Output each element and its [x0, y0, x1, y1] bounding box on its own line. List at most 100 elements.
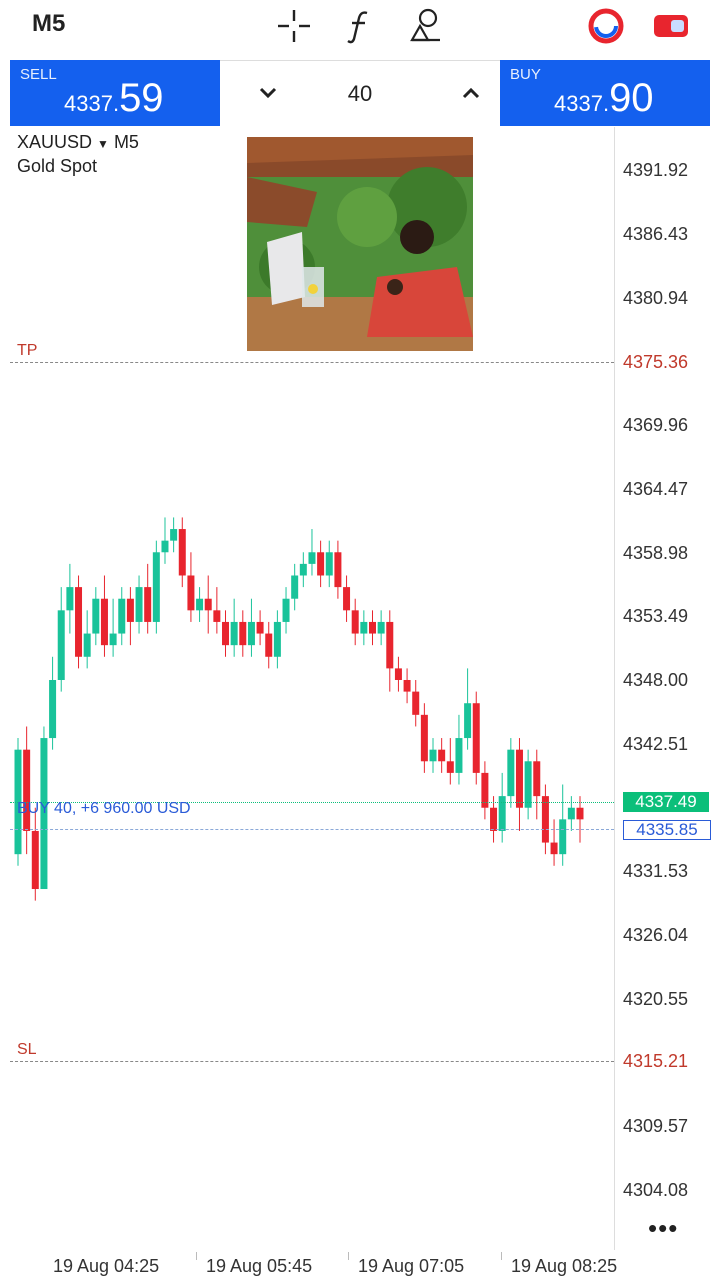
price-tick-label: 4304.08 — [623, 1180, 689, 1200]
bullish-candle — [507, 749, 515, 797]
bearish-candle — [334, 552, 342, 588]
bearish-candle — [75, 587, 83, 657]
bearish-candle — [144, 587, 152, 622]
bearish-candle — [265, 633, 273, 657]
buy-price-pips: 90 — [609, 76, 654, 120]
price-tick-label: 4309.57 — [623, 1116, 689, 1137]
symbol-name: XAUUSD — [17, 132, 93, 152]
price-tick-label: 4320.55 — [623, 988, 689, 1009]
bearish-candle — [394, 668, 402, 680]
bullish-candle — [524, 761, 532, 808]
bearish-candle — [515, 749, 523, 808]
bearish-candle — [343, 587, 351, 611]
bullish-candle — [567, 807, 575, 820]
bullish-candle — [291, 575, 299, 599]
price-tick-label: 4315.21 — [623, 1050, 689, 1071]
symbol-header: XAUUSD ▼ M5 — [17, 132, 139, 152]
take-profit-line[interactable] — [10, 362, 614, 364]
bullish-candle — [377, 621, 385, 634]
bullish-candle — [92, 598, 100, 634]
bearish-candle — [403, 680, 411, 692]
bullish-candle — [152, 552, 160, 622]
price-tick-label: 4353.49 — [623, 606, 689, 627]
stop-loss-line[interactable] — [10, 1060, 614, 1062]
bearish-candle — [490, 807, 498, 831]
overlay-photo — [247, 137, 473, 351]
bearish-candle — [550, 842, 558, 855]
bearish-candle — [438, 749, 446, 762]
position-entry-line[interactable] — [10, 829, 614, 831]
toggle-icon[interactable] — [651, 6, 691, 46]
bullish-candle — [170, 529, 178, 541]
bearish-candle — [204, 598, 212, 611]
more-options-icon[interactable]: ••• — [648, 1213, 678, 1244]
time-tick-mark — [501, 1252, 502, 1260]
bearish-candle — [472, 703, 480, 773]
bearish-candle — [187, 575, 195, 611]
time-tick-label: 19 Aug 07:05 — [358, 1256, 465, 1276]
bearish-candle — [178, 529, 186, 576]
position-label[interactable]: BUY 40, +6 960.00 USD — [17, 800, 191, 818]
time-tick-mark — [348, 1252, 349, 1260]
take-profit-label: TP — [17, 342, 38, 360]
bullish-candle — [559, 819, 567, 855]
bullish-candle — [230, 621, 238, 646]
bullish-candle — [325, 552, 333, 576]
bearish-candle — [222, 621, 230, 646]
bearish-candle — [386, 621, 394, 669]
bullish-candle — [109, 633, 117, 646]
price-tick-label: 4364.47 — [623, 478, 689, 499]
price-tick-label: 4326.04 — [623, 925, 689, 945]
time-tick-label: 19 Aug 08:25 — [511, 1256, 618, 1276]
bullish-candle — [273, 621, 281, 657]
bearish-candle — [446, 761, 454, 773]
bullish-candle — [308, 552, 316, 564]
bullish-candle — [118, 598, 126, 634]
stop-loss-label: SL — [17, 1040, 37, 1058]
bearish-candle — [23, 749, 31, 831]
bearish-candle — [31, 830, 39, 890]
bearish-candle — [412, 691, 420, 715]
bullish-candle — [66, 587, 74, 611]
price-tick-label: 4337.49 — [623, 792, 709, 813]
bearish-candle — [317, 552, 325, 576]
price-tick-label: 4348.00 — [623, 670, 689, 690]
bearish-candle — [256, 621, 264, 634]
bullish-candle — [360, 621, 368, 634]
bullish-candle — [282, 598, 290, 622]
price-tick-label: 4391.92 — [623, 160, 689, 180]
time-tick-label: 19 Aug 04:25 — [53, 1256, 160, 1276]
bearish-candle — [533, 761, 541, 797]
bearish-candle — [239, 621, 247, 646]
bullish-candle — [83, 633, 91, 657]
price-tick-label: 4358.98 — [623, 542, 689, 563]
bearish-candle — [351, 610, 359, 634]
bearish-candle — [126, 598, 134, 622]
bearish-candle — [368, 621, 376, 634]
bearish-candle — [420, 714, 428, 762]
price-tick-label: 4331.53 — [623, 861, 689, 882]
bullish-candle — [57, 610, 65, 680]
bullish-candle — [429, 749, 437, 762]
bullish-candle — [161, 540, 169, 553]
bearish-candle — [576, 807, 584, 820]
price-tick-label: 4375.36 — [623, 352, 689, 373]
bearish-candle — [213, 610, 221, 622]
bullish-candle — [464, 703, 472, 739]
bearish-candle — [541, 796, 549, 843]
bullish-candle — [455, 738, 463, 773]
bullish-candle — [135, 587, 143, 622]
bullish-candle — [196, 598, 204, 611]
price-tick-label: 4342.51 — [623, 733, 689, 754]
symbol-description: Gold Spot — [17, 156, 98, 176]
price-tick-label: 4335.85 — [623, 820, 711, 841]
bullish-candle — [299, 563, 307, 576]
price-tick-label: 4369.96 — [623, 415, 689, 435]
time-tick-label: 19 Aug 05:45 — [206, 1256, 313, 1276]
time-axis[interactable]: 19 Aug 04:25 19 Aug 05:45 19 Aug 07:05 19 A… — [0, 1252, 720, 1280]
price-tick-label: 4386.43 — [623, 223, 689, 244]
time-tick-mark — [196, 1252, 197, 1260]
symbol-timeframe: M5 — [113, 132, 139, 152]
price-tick-label: 4380.94 — [623, 287, 689, 308]
bearish-candle — [100, 598, 108, 646]
